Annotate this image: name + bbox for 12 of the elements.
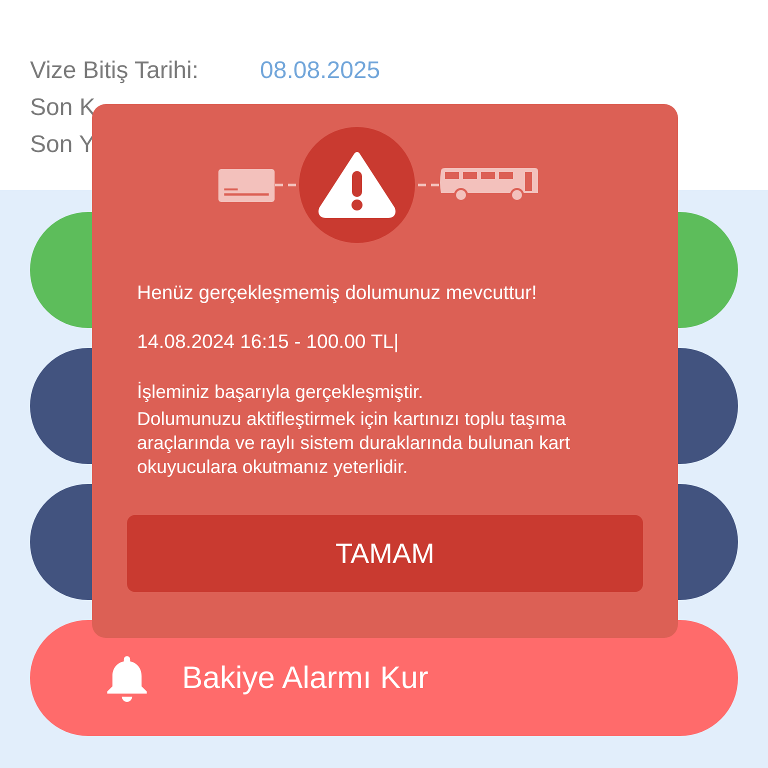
alert-message: Henüz gerçekleşmemiş dolumunuz mevcuttur! <box>137 281 537 306</box>
info-label: Son K <box>30 94 96 122</box>
info-value: 08.08.2025 <box>260 56 380 84</box>
ok-button[interactable]: TAMAM <box>127 515 643 592</box>
dashed-line <box>274 183 298 187</box>
card-icon <box>218 168 274 202</box>
success-text: İşleminiz başarıyla gerçekleşmiştir. <box>137 380 424 404</box>
bus-icon <box>438 167 538 203</box>
info-label: Vize Bitiş Tarihi: <box>30 56 200 84</box>
top-up-detail: 14.08.2024 16:15 - 100.00 TL| <box>137 330 399 355</box>
warning-icon <box>298 127 414 243</box>
instruction-text: Dolumunuzu aktifleştirmek için kartınızı toplu taşıma araçlarında ve raylı sistem duraklarında bulunan kart okuyuculara okutmanız yeterlidir. <box>137 407 572 479</box>
